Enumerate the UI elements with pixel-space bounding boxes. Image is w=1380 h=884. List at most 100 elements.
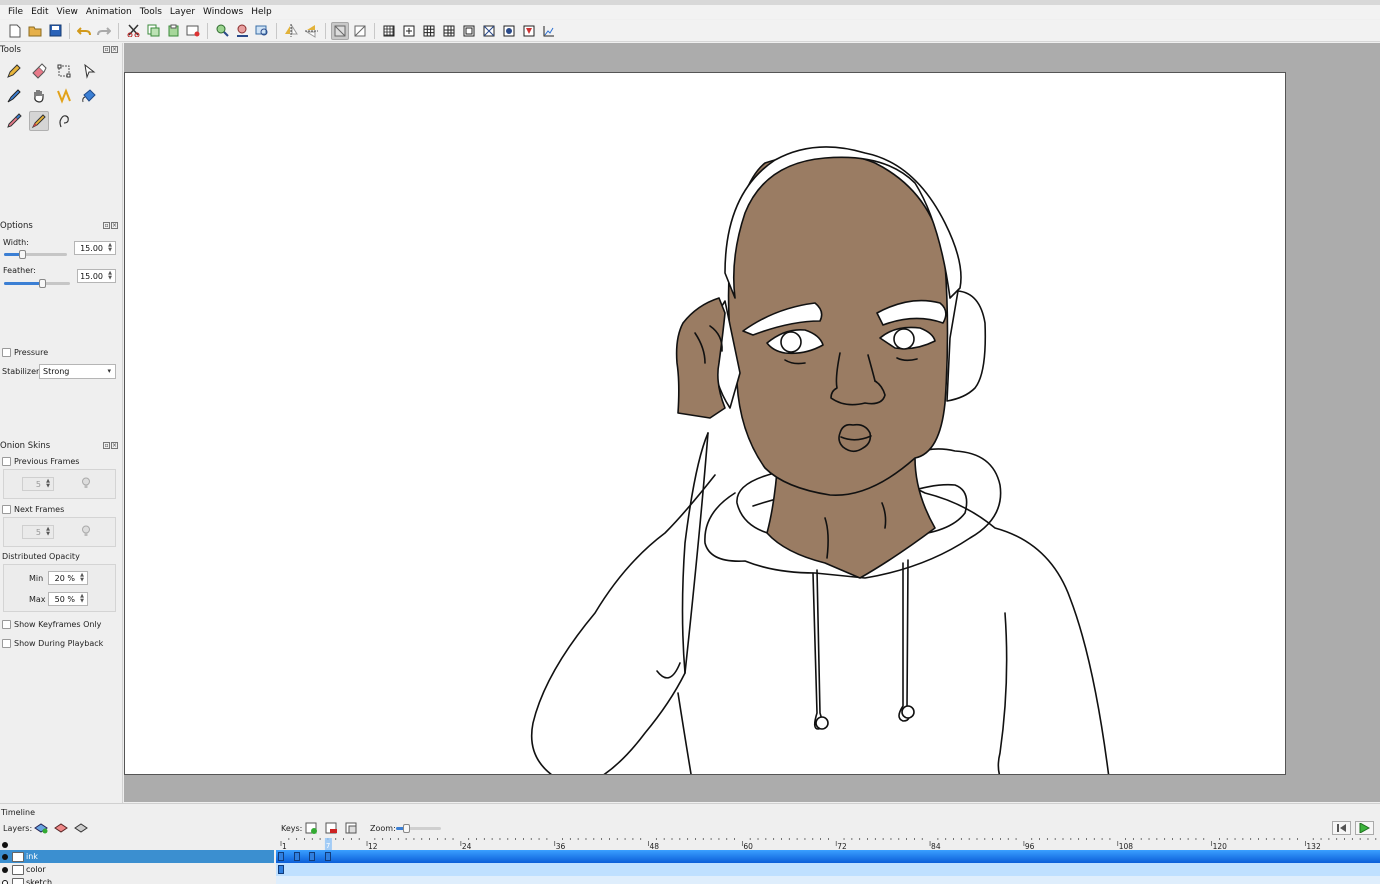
safe-area-icon[interactable] xyxy=(460,22,478,40)
spin-arrows-icon[interactable]: ▲ ▼ xyxy=(78,573,86,583)
next-frames-checkbox[interactable] xyxy=(2,505,11,514)
play-button[interactable] xyxy=(1355,821,1374,835)
zoom-fit-icon[interactable] xyxy=(253,22,271,40)
polyline-icon[interactable] xyxy=(54,86,74,106)
remove-layer-icon[interactable] xyxy=(54,822,68,837)
spin-arrows-icon[interactable]: ▲ ▼ xyxy=(106,271,114,281)
layer-row-color[interactable]: color xyxy=(0,863,274,876)
cut-icon[interactable] xyxy=(124,22,142,40)
float-icon[interactable]: ▫ xyxy=(103,46,110,53)
lightbulb-icon[interactable] xyxy=(81,477,91,492)
layer-row-sketch[interactable]: sketch xyxy=(0,876,274,884)
layer-row-ink[interactable]: ink xyxy=(0,850,274,863)
pencil-icon[interactable] xyxy=(4,61,24,81)
title-safe-icon[interactable] xyxy=(500,22,518,40)
keyframe[interactable] xyxy=(324,852,331,861)
timeline-zoom-slider[interactable] xyxy=(396,824,441,833)
feather-slider-handle[interactable] xyxy=(39,279,46,288)
frame-ruler[interactable]: 1 12 24 36 48 60 72 84 96 108 120 132 7 xyxy=(276,838,1380,850)
menu-windows[interactable]: Windows xyxy=(199,5,247,19)
new-file-icon[interactable] xyxy=(6,22,24,40)
preview-icon[interactable] xyxy=(331,21,349,40)
pen-icon[interactable] xyxy=(4,86,24,106)
golden-ratio-icon[interactable] xyxy=(440,22,458,40)
hand-icon[interactable] xyxy=(29,86,49,106)
close-icon[interactable]: × xyxy=(111,442,118,449)
next-frames-spinbox[interactable]: 5 ▲ ▼ xyxy=(22,525,54,539)
pressure-checkbox[interactable] xyxy=(2,348,11,357)
center-icon[interactable] xyxy=(400,22,418,40)
flip-horizontal-icon[interactable] xyxy=(282,22,300,40)
visibility-icon[interactable] xyxy=(2,866,8,873)
undo-icon[interactable] xyxy=(75,22,93,40)
menu-help[interactable]: Help xyxy=(247,5,276,19)
canvas-area[interactable] xyxy=(124,43,1380,802)
previous-frames-checkbox[interactable] xyxy=(2,457,11,466)
spin-arrows-icon[interactable]: ▲ ▼ xyxy=(106,243,114,253)
min-opacity-spinbox[interactable]: 20 % ▲ ▼ xyxy=(48,571,88,585)
clear-frame-icon[interactable] xyxy=(184,22,202,40)
zoom-in-icon[interactable] xyxy=(213,22,231,40)
duplicate-layer-icon[interactable] xyxy=(74,822,88,837)
zoom-out-icon[interactable] xyxy=(233,22,251,40)
width-slider[interactable] xyxy=(4,250,67,259)
feather-slider[interactable] xyxy=(4,279,70,288)
menu-file[interactable]: File xyxy=(4,5,27,19)
smudge-icon[interactable] xyxy=(54,111,74,131)
thirds-icon[interactable] xyxy=(420,22,438,40)
visibility-all-icon[interactable] xyxy=(2,841,8,848)
overscan-icon[interactable] xyxy=(520,22,538,40)
menu-animation[interactable]: Animation xyxy=(82,5,136,19)
grid-off-icon[interactable] xyxy=(351,22,369,40)
menu-tools[interactable]: Tools xyxy=(136,5,166,19)
copy-icon[interactable] xyxy=(144,22,162,40)
paste-icon[interactable] xyxy=(164,22,182,40)
flip-vertical-icon[interactable] xyxy=(302,22,320,40)
float-icon[interactable]: ▫ xyxy=(103,442,110,449)
save-icon[interactable] xyxy=(46,22,64,40)
skip-to-start-button[interactable] xyxy=(1332,821,1351,835)
width-slider-handle[interactable] xyxy=(19,250,26,259)
spin-arrows-icon[interactable]: ▲ ▼ xyxy=(44,479,52,489)
keyframe[interactable] xyxy=(293,852,300,861)
track-sketch[interactable] xyxy=(276,876,1380,884)
move-icon[interactable] xyxy=(79,61,99,81)
max-opacity-spinbox[interactable]: 50 % ▲ ▼ xyxy=(48,592,88,606)
duplicate-key-icon[interactable] xyxy=(345,822,358,837)
track-color[interactable] xyxy=(276,863,1380,876)
visibility-icon[interactable] xyxy=(2,853,8,860)
track-ink[interactable] xyxy=(276,850,1380,863)
menu-edit[interactable]: Edit xyxy=(27,5,52,19)
drawing-canvas[interactable] xyxy=(124,72,1286,775)
close-icon[interactable]: × xyxy=(111,46,118,53)
close-icon[interactable]: × xyxy=(111,222,118,229)
float-icon[interactable]: ▫ xyxy=(103,222,110,229)
visibility-icon[interactable] xyxy=(2,879,8,884)
camera-path-icon[interactable] xyxy=(540,22,558,40)
menu-layer[interactable]: Layer xyxy=(166,5,199,19)
show-keyframes-only-checkbox[interactable] xyxy=(2,620,11,629)
menu-view[interactable]: View xyxy=(53,5,82,19)
keyframe[interactable] xyxy=(278,852,284,861)
open-folder-icon[interactable] xyxy=(26,22,44,40)
action-safe-icon[interactable] xyxy=(480,22,498,40)
keyframe[interactable] xyxy=(309,852,316,861)
select-icon[interactable] xyxy=(54,61,74,81)
brush-icon[interactable] xyxy=(29,111,49,131)
spin-arrows-icon[interactable]: ▲ ▼ xyxy=(44,527,52,537)
width-spinbox[interactable]: 15.00 ▲ ▼ xyxy=(74,241,116,255)
lightbulb-icon[interactable] xyxy=(81,525,91,540)
remove-key-icon[interactable] xyxy=(325,822,338,837)
bucket-icon[interactable] xyxy=(79,86,99,106)
add-layer-icon[interactable] xyxy=(34,822,48,837)
add-key-icon[interactable] xyxy=(305,822,318,837)
stabilizer-select[interactable]: Strong ▾ xyxy=(39,364,116,379)
timeline-zoom-handle[interactable] xyxy=(403,824,410,833)
show-during-playback-checkbox[interactable] xyxy=(2,639,11,648)
eyedropper-icon[interactable] xyxy=(4,111,24,131)
redo-icon[interactable] xyxy=(95,22,113,40)
keyframe[interactable] xyxy=(278,865,284,874)
eraser-icon[interactable] xyxy=(29,61,49,81)
spin-arrows-icon[interactable]: ▲ ▼ xyxy=(78,594,86,604)
previous-frames-spinbox[interactable]: 5 ▲ ▼ xyxy=(22,477,54,491)
